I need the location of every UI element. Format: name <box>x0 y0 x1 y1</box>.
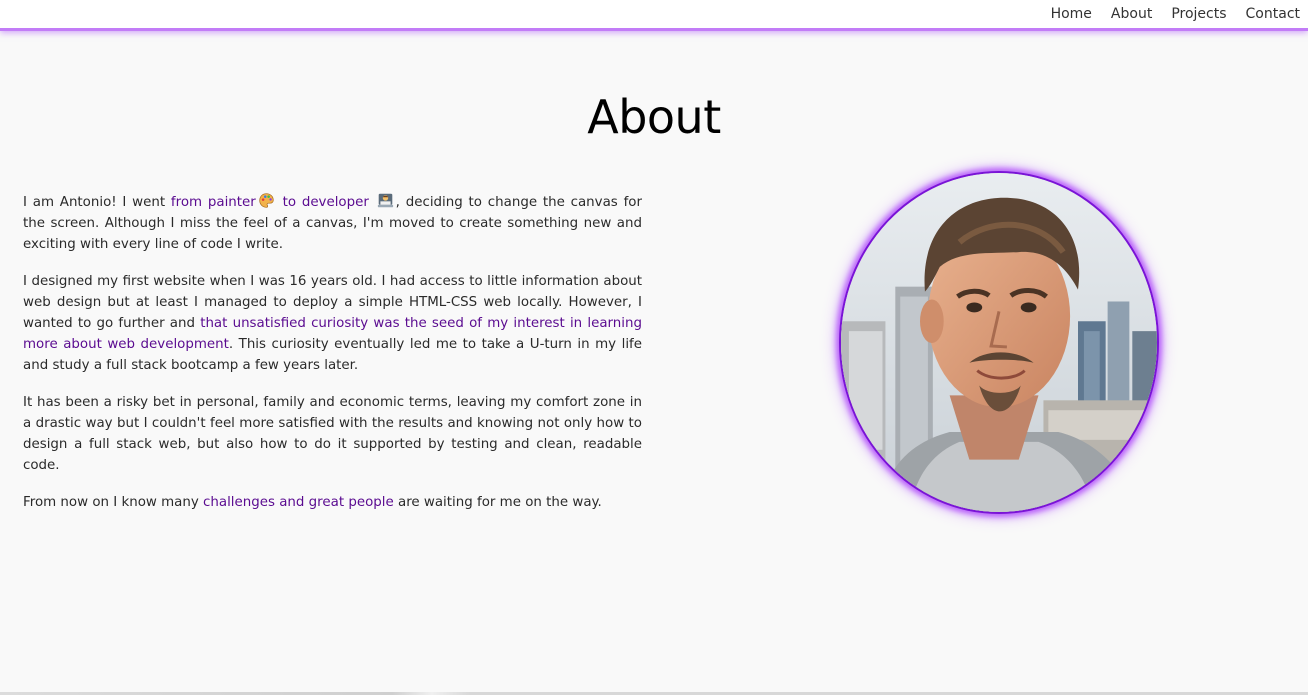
bio-paragraph-3: It has been a risky bet in personal, fam… <box>23 392 642 476</box>
nav-link-about[interactable]: About <box>1111 6 1152 22</box>
bio-paragraph-4: From now on I know many challenges and g… <box>23 492 642 513</box>
bio-section: I am Antonio! I went from painter to dev… <box>23 192 642 529</box>
bio-paragraph-1: I am Antonio! I went from painter to dev… <box>23 192 642 255</box>
bio-text: are waiting for me on the way. <box>393 495 602 510</box>
nav-link-projects[interactable]: Projects <box>1171 6 1226 22</box>
highlight-to-developer: to developer <box>282 195 369 210</box>
palette-icon <box>259 193 274 208</box>
profile-portrait <box>839 171 1159 514</box>
nav-link-home[interactable]: Home <box>1051 6 1092 22</box>
technologist-icon <box>377 193 393 208</box>
bio-paragraph-2: I designed my first website when I was 1… <box>23 271 642 376</box>
nav-link-contact[interactable]: Contact <box>1246 6 1300 22</box>
bio-text: From now on I know many <box>23 495 204 510</box>
highlight-from-painter: from painter <box>170 195 256 210</box>
highlight-challenges: challenges and great people <box>203 495 394 510</box>
portrait-illustration <box>841 173 1157 512</box>
bio-text: I am Antonio! I went <box>23 195 171 210</box>
navbar: Home About Projects Contact <box>0 0 1308 31</box>
nav-links: Home About Projects Contact <box>1051 6 1300 22</box>
bio-text: It has been a risky bet in personal, fam… <box>23 395 642 473</box>
page-title: About <box>587 90 721 144</box>
